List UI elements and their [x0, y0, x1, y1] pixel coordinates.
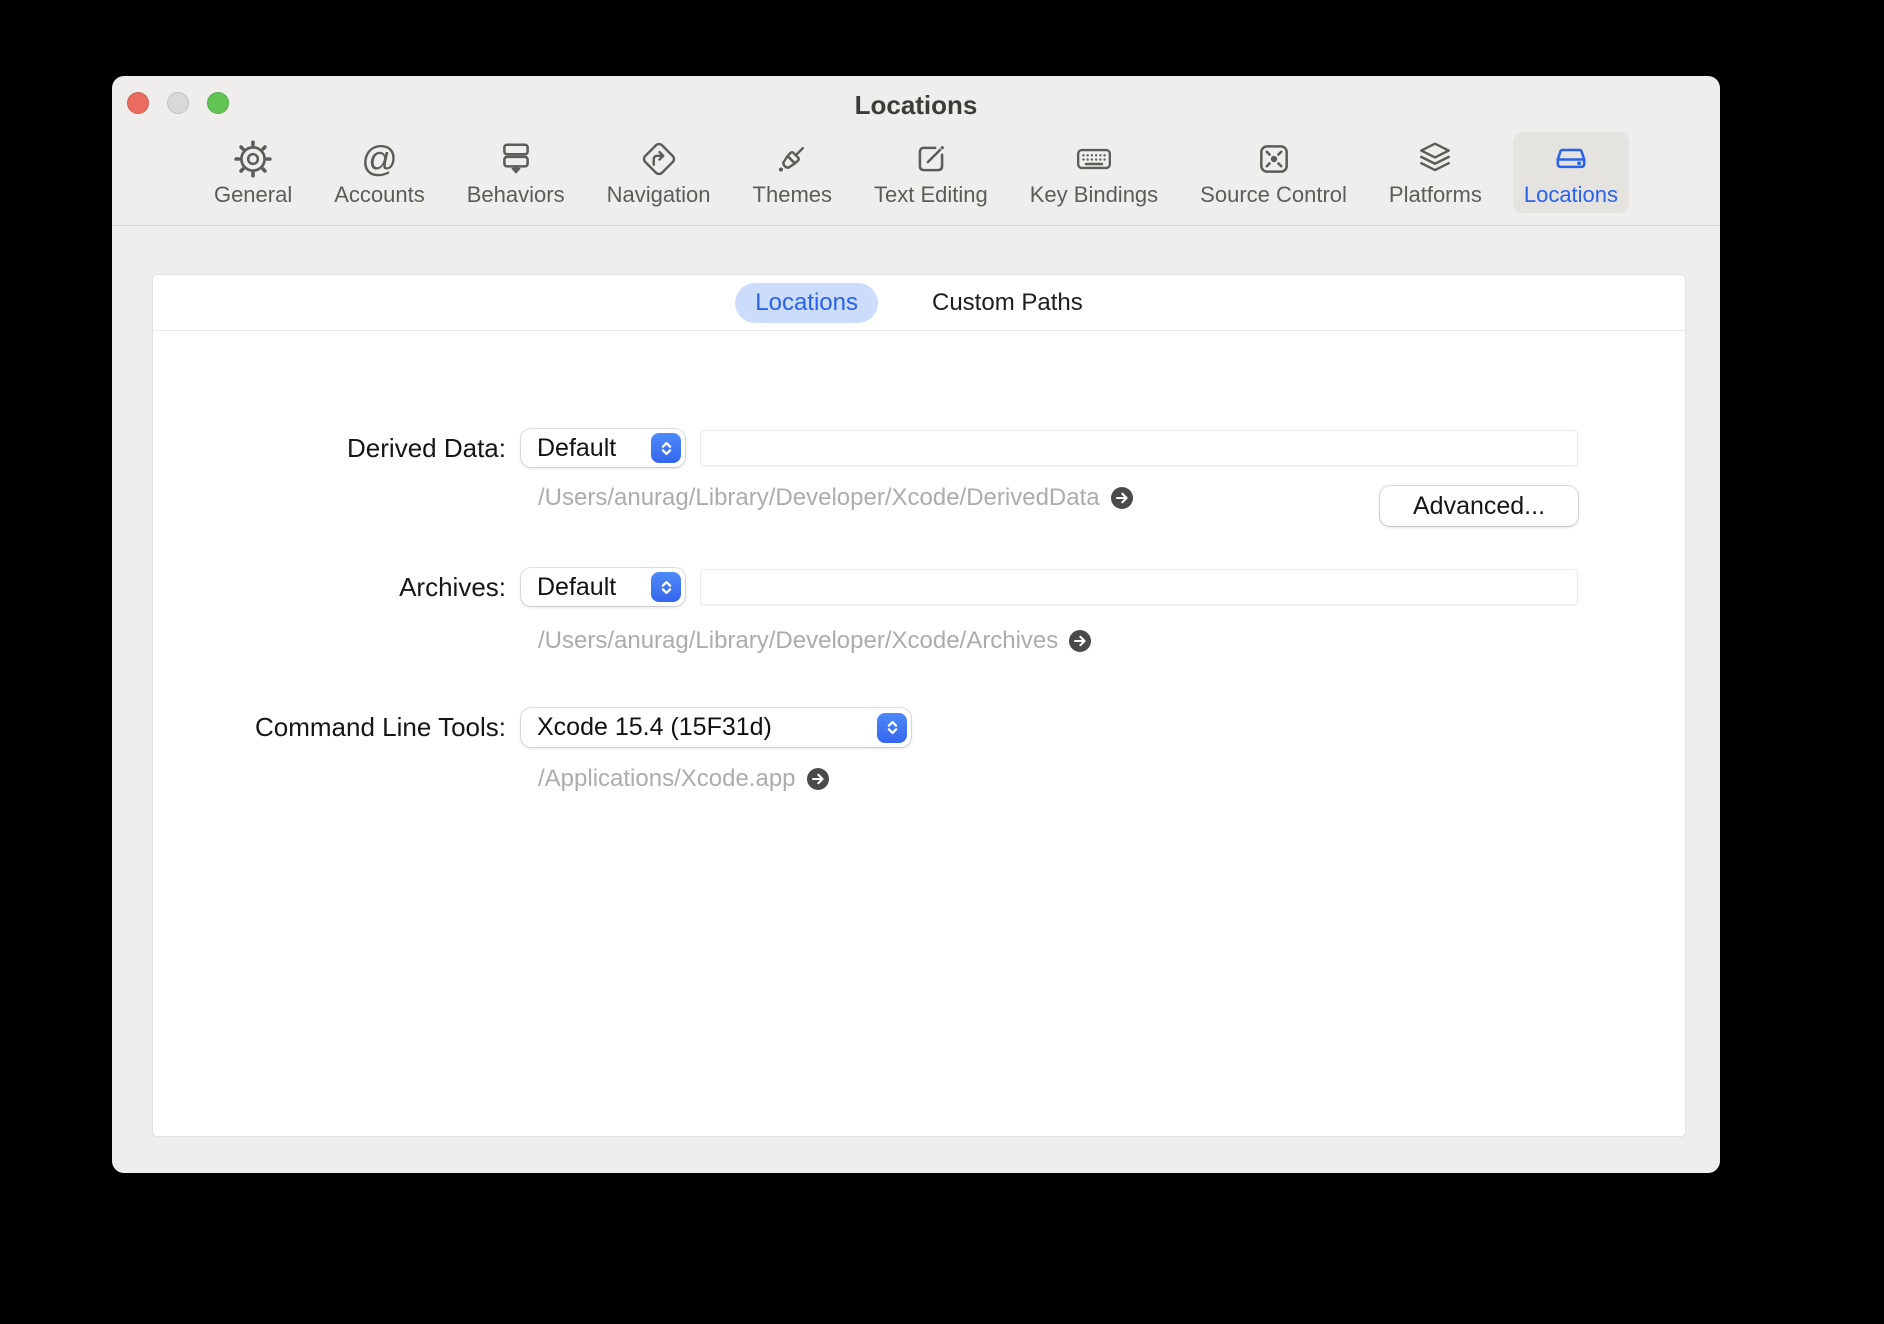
- tab-source-control[interactable]: Source Control: [1189, 132, 1358, 213]
- dropdown-value: Xcode 15.4 (15F31d): [521, 713, 772, 742]
- at-icon: @: [361, 139, 398, 179]
- tab-platforms[interactable]: Platforms: [1378, 132, 1493, 213]
- tab-text-editing[interactable]: Text Editing: [863, 132, 999, 213]
- tab-custom-paths-segment[interactable]: Custom Paths: [912, 283, 1103, 323]
- behaviors-icon: [497, 139, 535, 179]
- text-editing-icon: [912, 139, 950, 179]
- tab-label: General: [214, 182, 292, 208]
- open-in-finder-arrow-icon[interactable]: [806, 767, 830, 791]
- tab-locations-segment[interactable]: Locations: [735, 283, 878, 323]
- navigation-icon: [640, 139, 678, 179]
- tab-label: Behaviors: [467, 182, 565, 208]
- open-in-finder-arrow-icon[interactable]: [1110, 486, 1134, 510]
- derived-data-custom-path-field[interactable]: [700, 430, 1578, 466]
- command-line-tools-label: Command Line Tools:: [153, 708, 506, 747]
- settings-window: Locations General @ Account: [112, 76, 1720, 1173]
- drive-icon: [1552, 139, 1590, 179]
- window-title: Locations: [112, 90, 1720, 121]
- chevron-up-down-icon: [877, 713, 907, 743]
- archives-dropdown[interactable]: Default: [521, 568, 685, 606]
- tab-label: Navigation: [607, 182, 711, 208]
- tab-label: Themes: [753, 182, 832, 208]
- archives-custom-path-field[interactable]: [700, 569, 1578, 605]
- tab-key-bindings[interactable]: Key Bindings: [1019, 132, 1169, 213]
- tab-behaviors[interactable]: Behaviors: [456, 132, 576, 213]
- derived-data-label: Derived Data:: [153, 429, 506, 467]
- dropdown-value: Default: [521, 573, 616, 602]
- tab-locations[interactable]: Locations: [1513, 132, 1629, 213]
- archives-path-row: /Users/anurag/Library/Developer/Xcode/Ar…: [538, 627, 1092, 655]
- locations-pane: Locations Custom Paths Derived Data: Def…: [153, 275, 1685, 1136]
- tab-label: Platforms: [1389, 182, 1482, 208]
- dropdown-value: Default: [521, 434, 616, 463]
- derived-data-path-row: /Users/anurag/Library/Developer/Xcode/De…: [538, 484, 1134, 512]
- gear-icon: [234, 139, 272, 179]
- tab-label: Key Bindings: [1030, 182, 1158, 208]
- locations-form: Derived Data: Default /Users/anurag/Libr…: [153, 331, 1685, 1136]
- settings-toolbar: General @ Accounts Behaviors: [112, 130, 1720, 226]
- open-in-finder-arrow-icon[interactable]: [1068, 629, 1092, 653]
- derived-data-dropdown[interactable]: Default: [521, 429, 685, 467]
- command-line-tools-path-row: /Applications/Xcode.app: [538, 765, 830, 793]
- tab-label: Source Control: [1200, 182, 1347, 208]
- archives-path: /Users/anurag/Library/Developer/Xcode/Ar…: [538, 627, 1058, 655]
- tab-themes[interactable]: Themes: [742, 132, 843, 213]
- tab-accounts[interactable]: @ Accounts: [323, 132, 436, 213]
- archives-label: Archives:: [153, 568, 506, 606]
- advanced-button[interactable]: Advanced...: [1380, 486, 1578, 526]
- keyboard-icon: [1075, 139, 1113, 179]
- tab-label: Accounts: [334, 182, 425, 208]
- tab-navigation[interactable]: Navigation: [596, 132, 722, 213]
- command-line-tools-dropdown[interactable]: Xcode 15.4 (15F31d): [521, 708, 911, 747]
- chevron-up-down-icon: [651, 572, 681, 602]
- tab-general[interactable]: General: [203, 132, 303, 213]
- title-bar: Locations: [112, 76, 1720, 130]
- paintbrush-icon: [773, 139, 811, 179]
- tab-label: Locations: [1524, 182, 1618, 208]
- tab-label: Text Editing: [874, 182, 988, 208]
- command-line-tools-path: /Applications/Xcode.app: [538, 765, 796, 793]
- source-control-icon: [1255, 139, 1293, 179]
- segmented-tabs: Locations Custom Paths: [153, 275, 1685, 331]
- derived-data-path: /Users/anurag/Library/Developer/Xcode/De…: [538, 484, 1100, 512]
- platforms-icon: [1416, 139, 1454, 179]
- chevron-up-down-icon: [651, 433, 681, 463]
